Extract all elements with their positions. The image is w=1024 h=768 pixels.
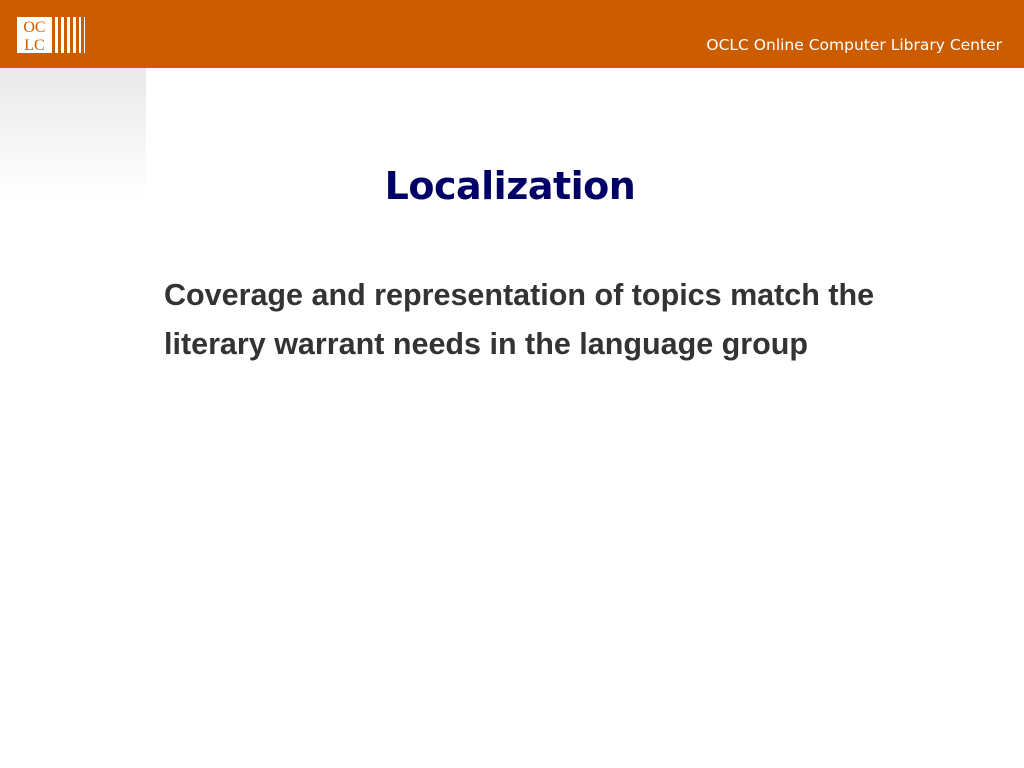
slide-title: Localization: [384, 164, 636, 208]
header-bar: OC LC OCLC Online Computer Library Cente…: [0, 0, 1024, 68]
organization-name: OCLC Online Computer Library Center: [706, 36, 1002, 54]
body-line-1: Coverage and representation of topics ma…: [164, 278, 875, 312]
logo-text-top: OC: [23, 19, 45, 36]
oclc-logo-icon: OC LC: [17, 17, 85, 53]
slide: OC LC OCLC Online Computer Library Cente…: [0, 0, 1024, 768]
body-line-2: literary warrant needs in the language g…: [164, 327, 809, 361]
slide-body: Coverage and representation of topics ma…: [164, 271, 984, 369]
logo-text-bottom: LC: [24, 37, 44, 53]
